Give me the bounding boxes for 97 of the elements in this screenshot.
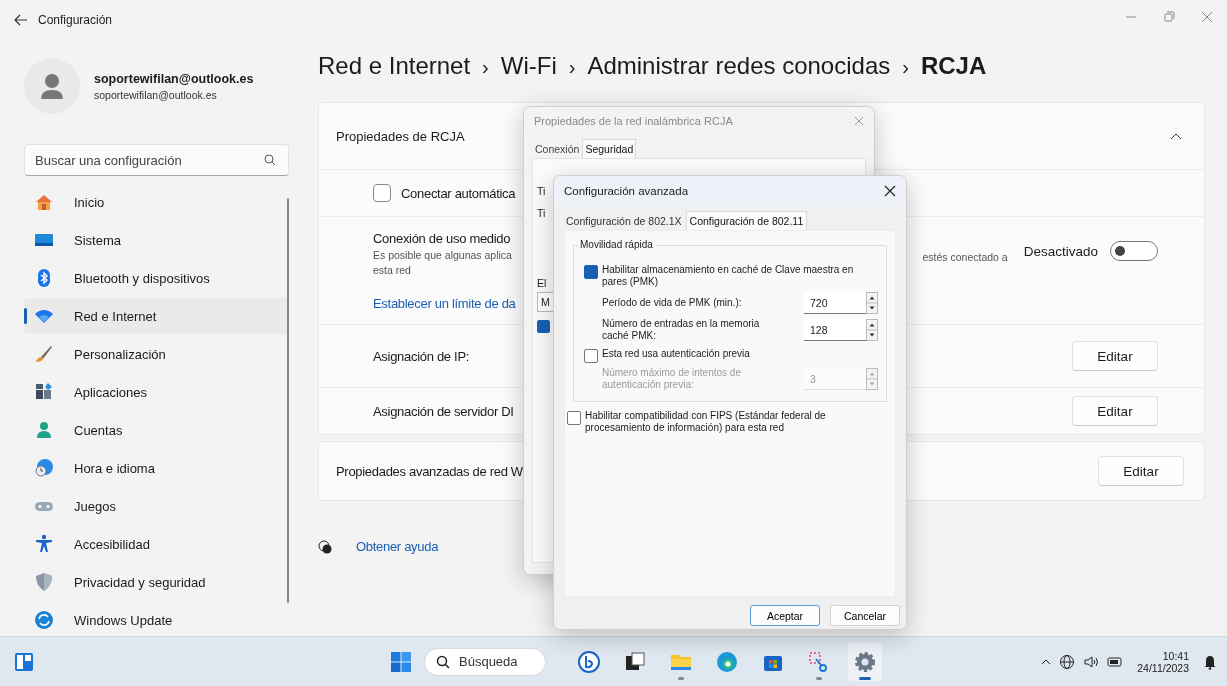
- number-field[interactable]: 720: [804, 292, 878, 314]
- setting-description: Es posible que algunas aplica: [373, 249, 512, 261]
- bell-icon[interactable]: [1203, 653, 1217, 670]
- breadcrumb-separator: ›: [902, 56, 909, 79]
- edit-button[interactable]: Editar: [1072, 396, 1158, 426]
- tab[interactable]: Seguridad: [582, 139, 637, 158]
- breadcrumb-separator: ›: [568, 56, 576, 79]
- globe-clock-icon: [34, 458, 54, 478]
- swirl-logo-icon: [715, 649, 739, 674]
- edit-button[interactable]: Editar: [1098, 456, 1184, 486]
- sidebar-item[interactable]: Aplicaciones: [24, 374, 289, 410]
- help-chat-icon: [318, 539, 332, 554]
- checkbox-label: Habilitar almacenamiento en caché de Clave maestra en pares (PMK): [602, 264, 855, 288]
- window-title: Configuración: [38, 13, 113, 27]
- person-icon: [34, 420, 54, 440]
- sidebar-item[interactable]: Red e Internet: [24, 298, 289, 334]
- tab[interactable]: Configuración de 802.11: [685, 211, 808, 230]
- b-logo-icon: [577, 649, 601, 674]
- taskbar-search[interactable]: Búsqueda: [424, 647, 546, 676]
- limit-link[interactable]: Establecer un límite de da: [373, 296, 516, 311]
- widgets-icon[interactable]: [14, 651, 34, 672]
- field-label: Período de vida de PMK (min.):: [602, 297, 742, 309]
- setting-description: estés conectado a: [922, 251, 1008, 263]
- apps-icon: [34, 382, 54, 402]
- sidebar-item[interactable]: Personalización: [24, 336, 289, 372]
- field-label: Ti: [537, 207, 546, 219]
- gear-icon: [853, 649, 877, 674]
- group-title: Movilidad rápida: [578, 239, 655, 250]
- field-label: Número máximo de intentos de autenticación previa:: [602, 367, 742, 391]
- checkbox[interactable]: [584, 349, 598, 363]
- checkbox[interactable]: [567, 411, 581, 425]
- help-link[interactable]: Obtener ayuda: [356, 539, 439, 554]
- windows-logo-icon[interactable]: [390, 650, 412, 673]
- checkbox-label: Habilitar compatibilidad con FIPS (Estándar federal de procesamiento de información) para esta red: [585, 410, 827, 434]
- sidebar-item[interactable]: Hora e idioma: [24, 450, 289, 486]
- search-icon: [436, 654, 450, 669]
- breadcrumb-separator: ›: [482, 56, 489, 79]
- field-label: Número de entradas en la memoria caché PMK:: [602, 318, 761, 342]
- globe-icon[interactable]: [1059, 653, 1076, 670]
- search-field[interactable]: Buscar una configuración: [24, 144, 289, 176]
- setting-label: Asignación de IP:: [373, 348, 470, 364]
- checkbox[interactable]: [584, 265, 598, 279]
- setting-description: esta red: [373, 264, 411, 276]
- back-arrow-icon[interactable]: [14, 14, 28, 26]
- setting-title: Conexión de uso medido: [373, 231, 511, 246]
- clock[interactable]: 10:41 24/11/2023: [1137, 649, 1189, 674]
- checkbox-label: Conectar automática: [401, 185, 516, 201]
- edit-button[interactable]: Editar: [1072, 341, 1158, 371]
- account-email: soportewifilan@outlook.es: [94, 88, 218, 101]
- scrollbar[interactable]: [287, 198, 289, 603]
- chevron-up-icon[interactable]: [1170, 132, 1182, 140]
- breadcrumb-link[interactable]: Wi-Fi: [500, 52, 557, 80]
- person-silhouette-icon: [40, 73, 64, 99]
- ok-button[interactable]: Aceptar: [750, 605, 820, 626]
- breadcrumb-link[interactable]: Red e Internet: [318, 52, 471, 80]
- close-icon[interactable]: [884, 185, 896, 197]
- account-name: soportewifilan@outlook.es: [94, 71, 254, 86]
- toggle-switch[interactable]: [1110, 241, 1158, 261]
- running-indicator: [816, 676, 822, 680]
- tab[interactable]: Conexión: [532, 139, 583, 158]
- sidebar-item[interactable]: Sistema: [24, 222, 289, 258]
- sidebar-item[interactable]: Privacidad y seguridad: [24, 564, 289, 600]
- checkbox-label: Esta red usa autenticación previa: [602, 348, 750, 360]
- selection-indicator: [24, 308, 27, 324]
- breadcrumb-current: RCJA: [920, 52, 987, 80]
- running-indicator: [859, 676, 871, 680]
- home-icon: [34, 192, 54, 212]
- shield-icon: [34, 572, 54, 592]
- field-label: Ti: [537, 185, 546, 197]
- dialog-title: Configuración avanzada: [564, 185, 689, 197]
- running-indicator: [678, 676, 684, 680]
- speaker-icon[interactable]: [1083, 653, 1100, 670]
- spin-arrows-icon[interactable]: [866, 318, 878, 341]
- tab[interactable]: Configuración de 802.1X: [562, 211, 686, 230]
- sidebar-item[interactable]: Bluetooth y dispositivos: [24, 260, 289, 296]
- setting-label: Asignación de servidor DI: [373, 403, 514, 419]
- number-field[interactable]: 128: [804, 319, 878, 341]
- spin-arrows-icon[interactable]: [866, 291, 878, 314]
- accessibility-icon: [34, 534, 54, 554]
- sidebar-item[interactable]: Juegos: [24, 488, 289, 524]
- cancel-button[interactable]: Cancelar: [830, 605, 900, 626]
- chevron-up-icon[interactable]: [1041, 658, 1052, 665]
- setting-label: Propiedades avanzadas de red W: [336, 463, 523, 479]
- field-label: El: [537, 277, 547, 289]
- sidebar-item[interactable]: Cuentas: [24, 412, 289, 448]
- dialog-title: Propiedades de la red inalámbrica RCJA: [534, 115, 733, 127]
- search-icon[interactable]: [264, 154, 276, 166]
- toggle-state: Desactivado: [1023, 243, 1098, 259]
- card-title: Propiedades de RCJA: [336, 128, 465, 144]
- sync-icon: [34, 610, 54, 630]
- brush-icon: [34, 344, 54, 364]
- checkbox[interactable]: [373, 184, 391, 202]
- sidebar-item[interactable]: Accesibilidad: [24, 526, 289, 562]
- sidebar-item[interactable]: Inicio: [24, 184, 289, 220]
- sidebar-item[interactable]: Windows Update: [24, 602, 289, 638]
- breadcrumb-link[interactable]: Administrar redes conocidas: [587, 52, 891, 80]
- checkbox[interactable]: [537, 320, 550, 333]
